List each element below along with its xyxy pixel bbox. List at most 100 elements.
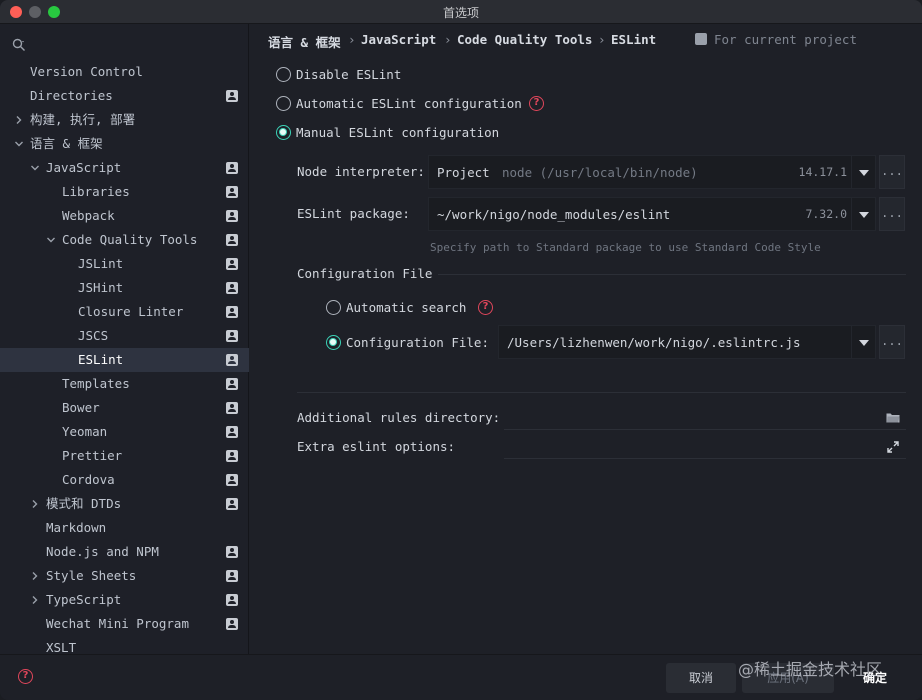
project-icon: [226, 258, 238, 270]
breadcrumb-item: Code Quality Tools: [457, 32, 593, 47]
sidebar-item-label: Libraries: [62, 184, 130, 199]
sidebar-item-label: TypeScript: [46, 592, 122, 607]
scope-label: For current project: [714, 32, 857, 47]
sidebar-tree-item[interactable]: JSHint: [0, 276, 249, 300]
preferences-window: 首选项 Version Control Directories 构建, 执行, 部署…: [0, 0, 922, 700]
node-interpreter-path: node (/usr/local/bin/node): [502, 165, 698, 180]
sidebar-tree-item[interactable]: Yeoman: [0, 420, 249, 444]
chevron-down-icon[interactable]: [14, 139, 24, 149]
sidebar-tree-item[interactable]: Wechat Mini Program: [0, 612, 249, 636]
help-icon[interactable]: ?: [18, 669, 33, 684]
eslint-package-browse-button[interactable]: ...: [879, 197, 905, 231]
automatic-search-radio[interactable]: [326, 300, 341, 315]
chevron-right-icon[interactable]: [30, 499, 40, 509]
eslint-package-hint: Specify path to Standard package to use …: [430, 241, 821, 254]
dropdown-arrow-icon[interactable]: [851, 156, 875, 188]
breadcrumb-separator: ›: [444, 32, 452, 47]
sidebar-item-label: Version Control: [30, 64, 143, 79]
settings-search-input[interactable]: [8, 32, 241, 58]
sidebar-tree-item[interactable]: Markdown: [0, 516, 249, 540]
sidebar-tree-item[interactable]: JavaScript: [0, 156, 249, 180]
project-icon: [226, 234, 238, 246]
sidebar-tree-item[interactable]: Directories: [0, 84, 249, 108]
help-icon[interactable]: ?: [529, 96, 544, 111]
sidebar-tree-item[interactable]: Style Sheets: [0, 564, 249, 588]
sidebar-item-label: Code Quality Tools: [62, 232, 198, 247]
chevron-right-icon[interactable]: [14, 115, 24, 125]
cancel-button[interactable]: 取消: [666, 663, 736, 693]
project-icon: [226, 594, 238, 606]
manual-eslint-label: Manual ESLint configuration: [296, 125, 500, 140]
sidebar-tree-item[interactable]: Closure Linter: [0, 300, 249, 324]
breadcrumb-separator: ›: [348, 32, 356, 47]
disable-eslint-radio[interactable]: [276, 67, 291, 82]
sidebar-tree-item[interactable]: Code Quality Tools: [0, 228, 249, 252]
configuration-file-label: Configuration File:: [346, 335, 489, 350]
sidebar-tree-item[interactable]: Bower: [0, 396, 249, 420]
help-icon[interactable]: ?: [478, 300, 493, 315]
project-icon: [226, 450, 238, 462]
disable-eslint-label: Disable ESLint: [296, 67, 402, 82]
automatic-eslint-radio[interactable]: [276, 96, 291, 111]
project-icon: [226, 498, 238, 510]
additional-rules-input[interactable]: [504, 429, 906, 430]
sidebar-tree-item[interactable]: 模式和 DTDs: [0, 492, 249, 516]
project-icon: [226, 402, 238, 414]
dropdown-arrow-icon[interactable]: [851, 198, 875, 230]
additional-rules-label: Additional rules directory:: [297, 410, 501, 425]
project-icon: [226, 162, 238, 174]
sidebar-tree-item[interactable]: Cordova: [0, 468, 249, 492]
sidebar-item-label: Prettier: [62, 448, 123, 463]
sidebar-item-label: ESLint: [78, 352, 124, 367]
sidebar-tree-item[interactable]: Node.js and NPM: [0, 540, 249, 564]
sidebar-tree-item[interactable]: Webpack: [0, 204, 249, 228]
automatic-search-label: Automatic search: [346, 300, 467, 315]
sidebar-item-label: Closure Linter: [78, 304, 184, 319]
eslint-settings-panel: 语言 & 框架 › JavaScript › Code Quality Tool…: [250, 24, 922, 654]
sidebar-tree-item[interactable]: Version Control: [0, 60, 249, 84]
sidebar-tree-item[interactable]: Libraries: [0, 180, 249, 204]
automatic-eslint-option[interactable]: Automatic ESLint configuration ?: [276, 94, 556, 114]
eslint-package-label: ESLint package:: [297, 206, 410, 221]
configuration-file-radio[interactable]: [326, 335, 341, 350]
sidebar-tree-item[interactable]: Templates: [0, 372, 249, 396]
sidebar-tree-item[interactable]: 语言 & 框架: [0, 132, 249, 156]
project-icon: [226, 186, 238, 198]
eslint-package-value: ~/work/nigo/node_modules/eslint: [437, 207, 671, 222]
breadcrumb-item: JavaScript: [361, 32, 437, 47]
node-interpreter-select[interactable]: Project node (/usr/local/bin/node) 14.17…: [428, 155, 876, 189]
sidebar-item-label: 语言 & 框架: [30, 136, 103, 151]
configuration-file-path-select[interactable]: /Users/lizhenwen/work/nigo/.eslintrc.js: [498, 325, 876, 359]
sidebar-tree-item[interactable]: JSCS: [0, 324, 249, 348]
project-icon: [226, 210, 238, 222]
chevron-down-icon[interactable]: [46, 235, 56, 245]
sidebar-item-label: Cordova: [62, 472, 115, 487]
extra-options-input[interactable]: [504, 458, 906, 459]
sidebar-tree-item[interactable]: 构建, 执行, 部署: [0, 108, 249, 132]
project-icon: [226, 90, 238, 102]
dropdown-arrow-icon[interactable]: [851, 326, 875, 358]
folder-icon[interactable]: [886, 412, 900, 423]
sidebar-tree-item[interactable]: Prettier: [0, 444, 249, 468]
breadcrumb-item: 语言 & 框架: [268, 35, 341, 50]
configuration-file-browse-button[interactable]: ...: [879, 325, 905, 359]
node-interpreter-value: Project: [437, 165, 490, 180]
sidebar-item-label: JavaScript: [46, 160, 122, 175]
chevron-down-icon[interactable]: [30, 163, 40, 173]
chevron-right-icon[interactable]: [30, 595, 40, 605]
search-icon: [12, 38, 25, 51]
sidebar-item-label: Style Sheets: [46, 568, 137, 583]
project-icon: [226, 618, 238, 630]
sidebar-tree-item[interactable]: JSLint: [0, 252, 249, 276]
eslint-package-select[interactable]: ~/work/nigo/node_modules/eslint 7.32.0: [428, 197, 876, 231]
sidebar-tree-item[interactable]: TypeScript: [0, 588, 249, 612]
extra-options-label: Extra eslint options:: [297, 439, 456, 454]
sidebar-item-label: Webpack: [62, 208, 115, 223]
manual-eslint-radio[interactable]: [276, 125, 291, 140]
section-divider: [297, 392, 906, 393]
sidebar-tree-item[interactable]: ESLint: [0, 348, 249, 372]
node-interpreter-browse-button[interactable]: ...: [879, 155, 905, 189]
automatic-search-option[interactable]: Automatic search ?: [326, 298, 506, 318]
chevron-right-icon[interactable]: [30, 571, 40, 581]
expand-icon[interactable]: [887, 441, 899, 453]
